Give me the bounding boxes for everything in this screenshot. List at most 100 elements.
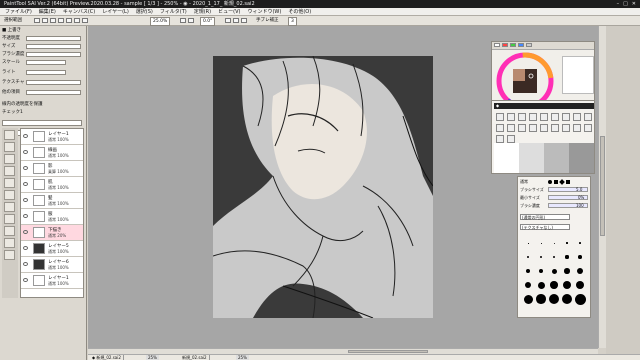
rotate-right-icon[interactable] [233,18,239,23]
minimize-icon[interactable]: – [617,0,620,8]
shape-icon[interactable] [562,124,570,132]
flip-icon[interactable] [241,18,247,23]
marker-tool-icon[interactable] [4,214,15,224]
layer-row[interactable]: レイヤー5 通常 100% [21,241,83,257]
brush-icon[interactable] [507,113,515,121]
brush-size-dot[interactable] [526,269,530,273]
brush-size-dot[interactable] [577,268,583,274]
blur-tool-icon[interactable] [4,190,15,200]
protect-alpha-check[interactable]: 線内の透明度を保護 [2,102,43,108]
binary-icon[interactable] [584,113,592,121]
curve-icon[interactable] [573,124,581,132]
eye-icon[interactable] [23,166,28,170]
eye-icon[interactable] [23,230,28,234]
vertical-scroll-thumb[interactable] [600,136,605,236]
move-icon[interactable] [540,124,548,132]
brush-size-dot[interactable] [552,255,556,259]
density-slider[interactable] [26,52,81,57]
brush-size-dot[interactable] [524,281,532,289]
brush-size-dot[interactable] [527,256,529,258]
texture-dropdown[interactable] [26,80,81,85]
brush-size-dot[interactable] [551,268,557,274]
rotation-value[interactable]: 0.0° [200,17,216,26]
swatch-tab-icon[interactable] [518,43,524,47]
invert-icon[interactable] [50,18,56,23]
maximize-icon[interactable]: □ [623,0,628,8]
brush-size-dot[interactable] [565,255,569,259]
brush-size-dot[interactable] [549,294,559,304]
brush-size-dot[interactable] [579,242,581,244]
lasso-icon[interactable] [58,18,64,23]
eraser-tool-icon[interactable] [4,154,15,164]
close-icon[interactable]: ✕ [632,0,636,8]
document-tab[interactable]: ◆ 新規_02.sai2 [90,355,124,360]
brush-size-dot[interactable] [578,255,582,259]
gradient-icon[interactable] [496,124,504,132]
brush-size-dot[interactable] [553,242,555,244]
hand-icon[interactable] [74,18,80,23]
menu-item[interactable]: レイヤー(L) [102,8,129,15]
rotate-left-icon[interactable] [225,18,231,23]
rect-icon[interactable] [507,135,515,143]
selection-label[interactable]: 選択範囲 [4,17,22,24]
eye-icon[interactable] [23,246,28,250]
pen-tool-icon[interactable] [4,130,15,140]
brush-size-dot[interactable] [575,280,585,290]
layer-row[interactable]: レイヤー1 通常 100% [21,273,83,289]
select-icon[interactable] [507,124,515,132]
brush-size-dot[interactable] [538,268,544,274]
brush-tool-icon[interactable] [4,142,15,152]
scratch-tab-icon[interactable] [526,43,532,47]
line-icon[interactable] [584,124,592,132]
brush-shape-dropdown[interactable]: (通常の円形) [520,214,570,220]
texture-swatches[interactable] [494,143,594,173]
eye-icon[interactable] [23,214,28,218]
layer-row[interactable]: 影乗算 100% [21,161,83,177]
brush-shape-round-icon[interactable] [548,180,552,184]
layer-row[interactable]: レイヤー6 通常 100% [21,257,83,273]
rgb-tab-icon[interactable] [502,43,508,47]
airbrush-icon[interactable] [529,113,537,121]
brush-texture-dropdown[interactable]: (テクスチャなし) [520,224,570,230]
vertical-scrollbar[interactable] [598,26,606,348]
document-tab[interactable]: 新規_02.sai2 [180,355,210,360]
brush-size-dot[interactable] [539,255,543,259]
zoom-value[interactable]: 25.0% [150,17,171,26]
opacity-slider[interactable] [26,36,81,41]
menu-item[interactable]: ビュー(V) [218,8,240,15]
lasso-icon[interactable] [529,124,537,132]
zoom-reset-icon[interactable] [188,18,194,23]
text-icon[interactable] [551,124,559,132]
blur-icon[interactable] [551,113,559,121]
brush-size-grid[interactable] [521,236,589,312]
menu-item[interactable]: フィルタ(T) [160,8,187,15]
marker-icon[interactable] [573,113,581,121]
light-field[interactable] [26,70,66,75]
eye-icon[interactable] [23,278,28,282]
brush-size-dot[interactable] [566,242,568,244]
menu-item[interactable]: キャンバス(C) [63,8,95,15]
brush-shape-flat-icon[interactable] [566,180,570,184]
eye-icon[interactable] [23,262,28,266]
brush-size-dot[interactable] [563,281,571,289]
menu-item[interactable]: 編集(E) [39,8,56,15]
pen-icon[interactable] [496,113,504,121]
deselect-icon[interactable] [42,18,48,23]
eraser-icon[interactable] [518,113,526,121]
layer-row[interactable]: 下描き 通常 20% [21,225,83,241]
move-icon[interactable] [66,18,72,23]
bucket-tool-icon[interactable] [4,178,15,188]
ellipse-icon[interactable] [496,135,504,143]
blend-mode-dropdown[interactable] [2,120,82,126]
brush-size-dot[interactable] [550,281,558,289]
zoom-in-icon[interactable] [82,18,88,23]
layer-row[interactable]: 肌通常 100% [21,177,83,193]
zoom-out-icon[interactable] [180,18,186,23]
brush-size-dot[interactable] [574,293,586,305]
scale-field[interactable] [26,60,66,65]
brush-size-dot[interactable] [540,242,542,244]
fill-icon[interactable] [518,124,526,132]
brush-size-dot[interactable] [537,281,545,289]
brush-size-dot[interactable] [523,294,533,304]
watercolor-tool-icon[interactable] [4,202,15,212]
